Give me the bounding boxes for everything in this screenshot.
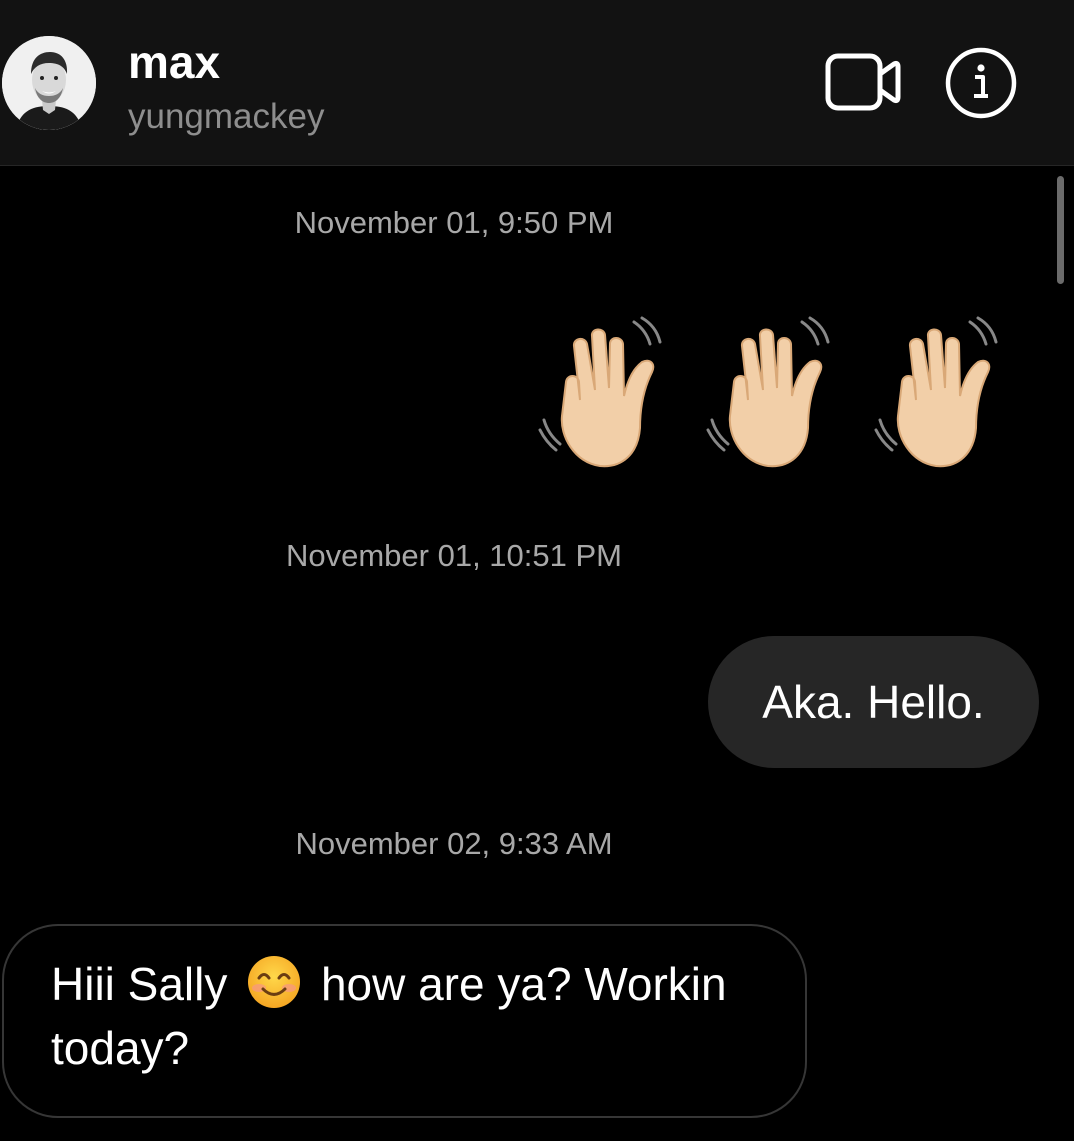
message-thread[interactable]: November 01, 9:50 PM November 01, 10:51 … xyxy=(0,166,1074,1141)
video-call-button[interactable] xyxy=(824,52,902,114)
contact-username: yungmackey xyxy=(128,97,325,136)
chat-header: max yungmackey xyxy=(0,0,1074,166)
waving-hand-icon xyxy=(538,316,662,468)
smiling-face-icon xyxy=(248,956,301,1008)
waving-hand-icon xyxy=(874,316,998,468)
waving-hand-icon xyxy=(706,316,830,468)
message-timestamp: November 01, 9:50 PM xyxy=(294,205,614,240)
sent-emoji-message[interactable] xyxy=(538,316,1038,478)
info-button[interactable] xyxy=(944,46,1018,120)
info-circle-icon xyxy=(945,47,1017,119)
sent-message-bubble[interactable]: Aka. Hello. xyxy=(708,636,1039,768)
message-timestamp: November 02, 9:33 AM xyxy=(295,826,613,861)
contact-avatar[interactable] xyxy=(2,36,96,130)
message-timestamp: November 01, 10:51 PM xyxy=(285,538,622,573)
received-message-bubble[interactable]: Hiii Sally how are ya? Workin today? xyxy=(2,924,807,1118)
scrollbar[interactable] xyxy=(1057,176,1064,284)
video-camera-icon xyxy=(825,53,901,111)
message-text: Hiii Sally xyxy=(51,958,228,1010)
contact-name[interactable]: max xyxy=(128,36,220,88)
